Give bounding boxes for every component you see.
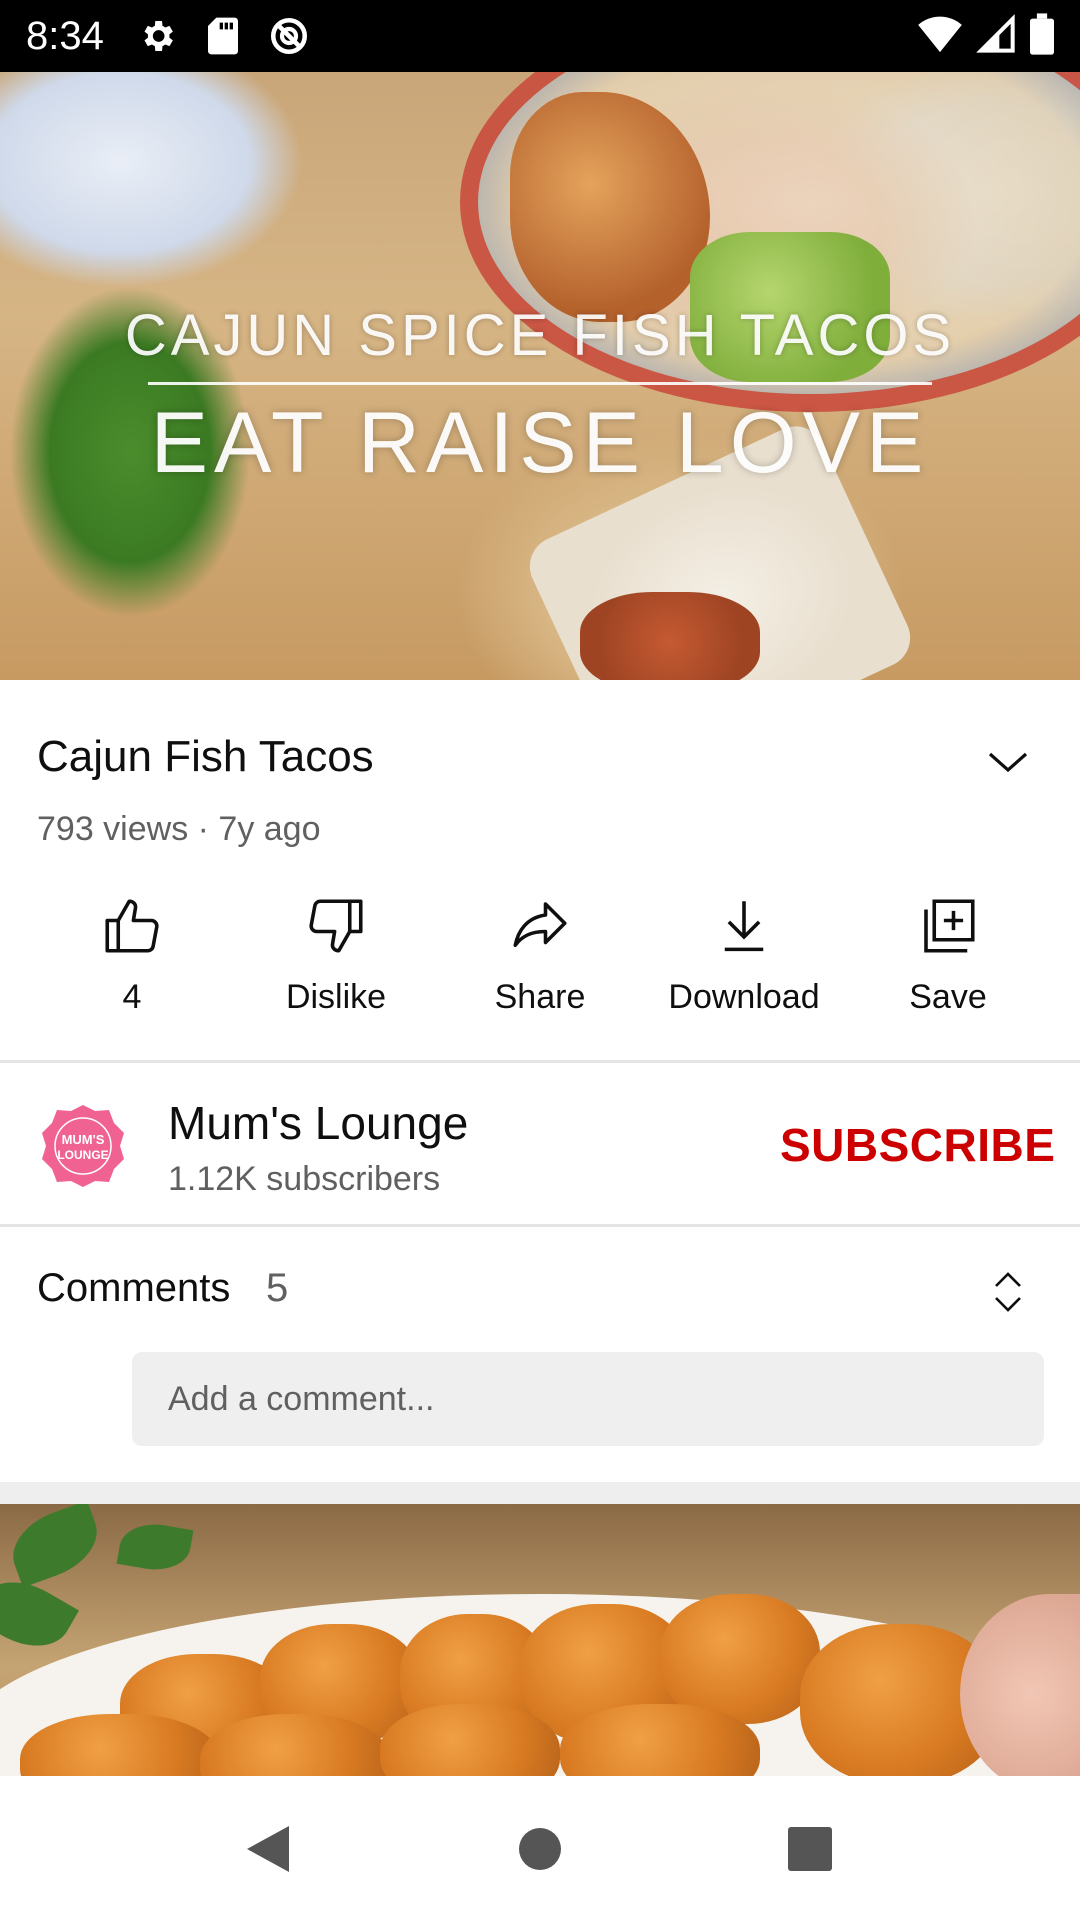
comments-count: 5 <box>266 1266 289 1310</box>
dislike-button[interactable]: Dislike <box>234 890 438 1030</box>
divider <box>0 1060 1080 1063</box>
section-separator <box>0 1482 1080 1504</box>
thumbnail-croquette <box>380 1704 560 1776</box>
thumbnail-leaf <box>2 1504 108 1588</box>
video-overlay-title: CAJUN SPICE FISH TACOS <box>124 303 956 368</box>
back-icon <box>247 1826 289 1872</box>
sd-card-icon <box>200 13 246 59</box>
channel-subscriber-count: 1.12K subscribers <box>168 1160 441 1198</box>
cell-signal-icon <box>976 13 1016 59</box>
status-time: 8:34 <box>26 13 104 58</box>
thumbnail-hand <box>960 1594 1080 1776</box>
wifi-icon <box>918 14 962 59</box>
chevron-up-down-icon <box>995 1272 1021 1312</box>
download-label: Download <box>668 978 820 1016</box>
action-row: 4 Dislike Share Download Save <box>0 890 1080 1030</box>
home-button[interactable] <box>513 1822 567 1876</box>
expand-description-button[interactable] <box>980 740 1036 784</box>
comments-label[interactable]: Comments <box>37 1266 230 1311</box>
video-title[interactable]: Cajun Fish Tacos <box>37 732 374 782</box>
recents-icon <box>788 1827 832 1871</box>
no-tracking-icon <box>266 13 312 59</box>
thumbnail-leaf <box>116 1518 194 1576</box>
save-button[interactable]: Save <box>846 890 1050 1030</box>
video-overlay-subtitle: EAT RAISE LOVE <box>150 395 930 491</box>
video-meta: 793 views · 7y ago <box>37 810 321 848</box>
thumbs-up-icon <box>96 890 168 962</box>
video-overlay-divider <box>148 382 932 385</box>
add-comment-input[interactable] <box>132 1352 1044 1446</box>
battery-icon <box>1030 12 1054 60</box>
video-player[interactable]: CAJUN SPICE FISH TACOS EAT RAISE LOVE <box>0 72 1080 680</box>
thumbs-down-icon <box>300 890 372 962</box>
save-label: Save <box>909 978 987 1016</box>
video-thumbnail-taco-filling <box>580 592 760 680</box>
divider <box>0 1224 1080 1227</box>
share-label: Share <box>494 978 586 1016</box>
settings-gear-icon <box>134 13 180 59</box>
download-button[interactable]: Download <box>642 890 846 1030</box>
thumbnail-croquette <box>560 1704 760 1776</box>
recents-button[interactable] <box>783 1822 837 1876</box>
status-bar: 8:34 <box>0 0 1080 72</box>
dislike-label: Dislike <box>285 978 387 1016</box>
share-icon <box>504 890 576 962</box>
home-icon <box>519 1828 561 1870</box>
chevron-down-icon <box>988 752 1028 773</box>
download-icon <box>708 890 780 962</box>
like-count: 4 <box>122 978 142 1016</box>
save-playlist-icon <box>912 890 984 962</box>
avatar-text-top: MUM'S <box>62 1132 105 1147</box>
channel-avatar[interactable]: MUM'S LOUNGE <box>40 1103 126 1189</box>
share-button[interactable]: Share <box>438 890 642 1030</box>
back-button[interactable] <box>240 1822 294 1876</box>
channel-name[interactable]: Mum's Lounge <box>168 1096 468 1150</box>
next-video-thumbnail[interactable] <box>0 1504 1080 1776</box>
avatar-text-bottom: LOUNGE <box>57 1148 108 1162</box>
subscribe-button[interactable]: SUBSCRIBE <box>780 1118 1055 1176</box>
like-button[interactable]: 4 <box>30 890 234 1030</box>
comments-expand-button[interactable] <box>980 1264 1036 1320</box>
